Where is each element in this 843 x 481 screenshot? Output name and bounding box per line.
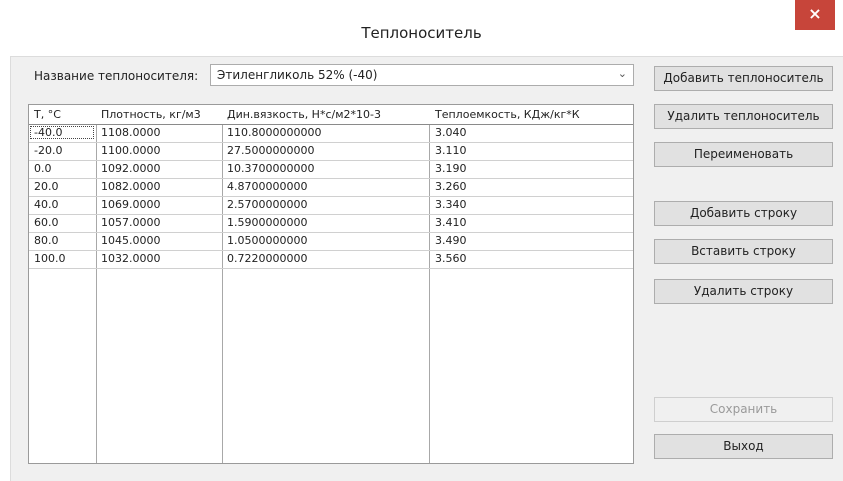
table-row[interactable]: 40.0 1069.0000 2.5700000000 3.340 xyxy=(29,196,633,215)
table-row[interactable]: 60.0 1057.0000 1.5900000000 3.410 xyxy=(29,214,633,233)
cell-temperature[interactable]: 20.0 xyxy=(34,180,59,193)
header-temperature[interactable]: T, °C xyxy=(34,108,61,121)
cell-viscosity[interactable]: 4.8700000000 xyxy=(227,180,307,193)
delete-row-button[interactable]: Удалить строку xyxy=(654,279,833,304)
cell-heat-capacity[interactable]: 3.110 xyxy=(435,144,467,157)
cell-heat-capacity[interactable]: 3.490 xyxy=(435,234,467,247)
exit-button[interactable]: Выход xyxy=(654,434,833,459)
rename-button[interactable]: Переименовать xyxy=(654,142,833,167)
table-row[interactable]: 0.0 1092.0000 10.3700000000 3.190 xyxy=(29,160,633,179)
close-button[interactable]: × xyxy=(795,0,835,30)
cell-viscosity[interactable]: 27.5000000000 xyxy=(227,144,314,157)
close-icon: × xyxy=(808,4,822,23)
coolant-select[interactable]: Этиленгликоль 52% (-40) ⌄ xyxy=(210,64,634,86)
cell-heat-capacity[interactable]: 3.560 xyxy=(435,252,467,265)
add-coolant-button[interactable]: Добавить теплоноситель xyxy=(654,66,833,91)
delete-coolant-button[interactable]: Удалить теплоноситель xyxy=(654,104,833,129)
cell-density[interactable]: 1108.0000 xyxy=(101,126,161,139)
cell-temperature[interactable]: 60.0 xyxy=(34,216,59,229)
header-heat-capacity[interactable]: Теплоемкость, КДж/кг*К xyxy=(435,108,580,121)
cell-temperature[interactable]: 100.0 xyxy=(34,252,66,265)
cell-heat-capacity[interactable]: 3.410 xyxy=(435,216,467,229)
insert-row-button[interactable]: Вставить строку xyxy=(654,239,833,264)
cell-temperature[interactable]: 40.0 xyxy=(34,198,59,211)
cell-density[interactable]: 1045.0000 xyxy=(101,234,161,247)
cell-heat-capacity[interactable]: 3.040 xyxy=(435,126,467,139)
cell-temperature[interactable]: 0.0 xyxy=(34,162,52,175)
coolant-select-value: Этиленгликоль 52% (-40) xyxy=(217,68,378,82)
cell-heat-capacity[interactable]: 3.260 xyxy=(435,180,467,193)
properties-table[interactable]: T, °C Плотность, кг/м3 Дин.вязкость, Н*с… xyxy=(28,104,634,464)
table-row[interactable]: 20.0 1082.0000 4.8700000000 3.260 xyxy=(29,178,633,197)
cell-viscosity[interactable]: 2.5700000000 xyxy=(227,198,307,211)
cell-heat-capacity[interactable]: 3.190 xyxy=(435,162,467,175)
cell-temperature[interactable]: -20.0 xyxy=(34,144,62,157)
cell-heat-capacity[interactable]: 3.340 xyxy=(435,198,467,211)
cell-viscosity[interactable]: 1.5900000000 xyxy=(227,216,307,229)
table-row[interactable]: -20.0 1100.0000 27.5000000000 3.110 xyxy=(29,142,633,161)
table-row[interactable]: -40.0 1108.0000 110.8000000000 3.040 xyxy=(29,124,633,143)
cell-viscosity[interactable]: 110.8000000000 xyxy=(227,126,321,139)
add-row-button[interactable]: Добавить строку xyxy=(654,201,833,226)
cell-viscosity[interactable]: 10.3700000000 xyxy=(227,162,314,175)
table-header: T, °C Плотность, кг/м3 Дин.вязкость, Н*с… xyxy=(29,105,633,125)
cell-density[interactable]: 1100.0000 xyxy=(101,144,161,157)
cell-density[interactable]: 1092.0000 xyxy=(101,162,161,175)
cell-density[interactable]: 1082.0000 xyxy=(101,180,161,193)
header-density[interactable]: Плотность, кг/м3 xyxy=(101,108,201,121)
cell-temperature[interactable]: 80.0 xyxy=(34,234,59,247)
cell-viscosity[interactable]: 0.7220000000 xyxy=(227,252,307,265)
cell-density[interactable]: 1069.0000 xyxy=(101,198,161,211)
header-viscosity[interactable]: Дин.вязкость, Н*с/м2*10-3 xyxy=(227,108,381,121)
cell-temperature[interactable]: -40.0 xyxy=(30,126,94,139)
chevron-down-icon: ⌄ xyxy=(617,67,627,80)
coolant-name-label: Название теплоносителя: xyxy=(34,69,199,83)
coolant-dialog: Теплоноситель × Название теплоносителя: … xyxy=(0,0,843,481)
table-row[interactable]: 100.0 1032.0000 0.7220000000 3.560 xyxy=(29,250,633,269)
cell-density[interactable]: 1032.0000 xyxy=(101,252,161,265)
title-bar: Теплоноситель × xyxy=(0,0,843,62)
cell-density[interactable]: 1057.0000 xyxy=(101,216,161,229)
window-title: Теплоноситель xyxy=(361,24,482,42)
save-button[interactable]: Сохранить xyxy=(654,397,833,422)
cell-viscosity[interactable]: 1.0500000000 xyxy=(227,234,307,247)
table-row[interactable]: 80.0 1045.0000 1.0500000000 3.490 xyxy=(29,232,633,251)
